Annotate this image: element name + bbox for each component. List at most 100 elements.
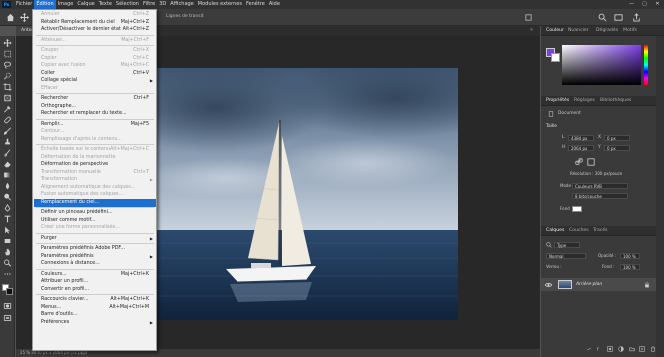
menu-item[interactable]: Effacer [34, 85, 156, 93]
menu-separator [36, 45, 154, 46]
group-icon[interactable] [628, 346, 635, 352]
minimize-button[interactable]: — [625, 0, 638, 9]
menu-9[interactable]: Modules externes [196, 0, 244, 9]
dodge-tool-icon[interactable] [3, 193, 12, 201]
sailboat-photo[interactable] [156, 68, 458, 320]
layer-kind-filter[interactable]: Type [554, 242, 580, 248]
move-tool-icon[interactable] [3, 39, 12, 47]
background-color-box[interactable] [551, 53, 560, 62]
menu-11[interactable]: Aide [267, 0, 282, 9]
color-mode-select[interactable]: Couleurs RVB [572, 183, 628, 189]
type-tool-icon[interactable] [3, 215, 12, 223]
more-tools-icon[interactable] [3, 270, 12, 278]
menu-3[interactable]: Calque [75, 0, 96, 9]
menu-item[interactable]: Remplacement du ciel... [34, 198, 156, 207]
pen-tool-icon[interactable] [3, 204, 12, 212]
hand-tool-icon[interactable] [3, 248, 12, 256]
x-field[interactable]: 0 px [604, 135, 630, 141]
share-icon[interactable] [632, 13, 641, 22]
menu-5[interactable]: Sélection [114, 0, 141, 9]
history-brush-tool-icon[interactable] [3, 149, 12, 157]
layer-name[interactable]: Arrière-plan [576, 282, 602, 288]
photoshop-logo[interactable]: Ps [2, 1, 11, 8]
size-section-header[interactable]: Taille [546, 124, 557, 130]
tab-nuancier[interactable]: Nuancier [568, 26, 589, 36]
menu-item[interactable]: Rechercher et remplacer du texte... [34, 110, 156, 118]
search-icon[interactable] [598, 13, 607, 22]
tab-proprietes[interactable]: Propriétés [546, 96, 569, 106]
quick-select-tool-icon[interactable] [3, 72, 12, 80]
menu-8[interactable]: Affichage [168, 0, 196, 9]
screen-mode-icon[interactable] [3, 314, 12, 322]
brush-tool-icon[interactable] [3, 127, 12, 135]
height-field[interactable]: 2064 px [568, 145, 594, 151]
tab-bibliotheques[interactable]: Bibliothèques [600, 96, 631, 106]
rectangle-tool-icon[interactable] [3, 237, 12, 245]
menu-0[interactable]: Fichier [14, 0, 34, 9]
menu-item[interactable]: Créer une forme personnalisée... [34, 224, 156, 232]
maximize-button[interactable]: ▢ [638, 0, 651, 9]
crop-tool-icon[interactable] [3, 83, 12, 91]
menu-item[interactable]: Préférences ▶ [34, 319, 156, 327]
color-picker-field[interactable] [562, 45, 641, 85]
3d-mode-icon[interactable] [524, 13, 533, 22]
transform-controls-label[interactable]: Lignes de transit [166, 14, 204, 19]
close-button[interactable]: ✕ [651, 0, 664, 9]
eraser-tool-icon[interactable] [3, 160, 12, 168]
menu-1[interactable]: Édition [34, 0, 56, 9]
blur-tool-icon[interactable] [3, 182, 12, 190]
link-layers-icon[interactable] [586, 346, 592, 352]
tab-overflow-icon[interactable]: » [530, 27, 533, 33]
menu-item[interactable]: Remplissage d'après le contenu... [34, 136, 156, 144]
marquee-tool-icon[interactable] [3, 50, 12, 58]
tab-degrades[interactable]: Dégradés [596, 26, 618, 36]
tab-couleur[interactable]: Couleur [546, 26, 564, 36]
properties-panel-tabs: Propriétés Réglages Bibliothèques [541, 96, 664, 106]
move-tool-icon[interactable] [20, 13, 29, 22]
tab-reglages[interactable]: Réglages [574, 96, 595, 106]
width-field[interactable]: 4384 px [568, 135, 594, 141]
tab-motifs[interactable]: Motifs [623, 26, 637, 36]
path-selection-tool-icon[interactable] [3, 226, 12, 234]
menu-4[interactable]: Texte [97, 0, 114, 9]
eyedropper-tool-icon[interactable] [3, 105, 12, 113]
menu-item[interactable]: Convertir en profil... [34, 286, 156, 294]
menu-6[interactable]: Filtre [141, 0, 157, 9]
visibility-eye-icon[interactable] [545, 282, 552, 288]
tab-couches[interactable]: Couches [569, 226, 589, 236]
mask-icon[interactable] [607, 346, 614, 352]
adjustment-layer-icon[interactable] [618, 346, 624, 352]
mode-label: Mode [560, 183, 571, 188]
background-color-swatch[interactable] [6, 288, 13, 295]
menu-item[interactable]: Activer/Désactiver le dernier état Alt+Ct… [34, 26, 156, 34]
tab-traces[interactable]: Tracés [593, 226, 608, 236]
healing-brush-tool-icon[interactable] [3, 116, 12, 124]
frame-tool-icon[interactable] [3, 94, 12, 102]
fond-color-swatch[interactable] [572, 206, 582, 212]
lasso-tool-icon[interactable] [3, 61, 12, 69]
link-icon[interactable] [575, 158, 583, 166]
menu-7[interactable]: 3D [157, 0, 168, 9]
opacity-field[interactable]: 100 % [620, 253, 640, 259]
bit-depth-select[interactable]: 8 bits/couche [572, 193, 628, 199]
workspace-icon[interactable] [614, 13, 623, 22]
menu-10[interactable]: Fenêtre [244, 0, 267, 9]
canvas-size-icon[interactable] [587, 158, 595, 166]
new-layer-icon[interactable] [639, 346, 645, 352]
menu-2[interactable]: Image [56, 0, 76, 9]
home-icon[interactable] [6, 13, 15, 22]
tab-calques[interactable]: Calques [546, 226, 564, 236]
hue-slider[interactable] [644, 45, 648, 85]
gradient-tool-icon[interactable] [3, 171, 12, 179]
blend-mode-select[interactable]: Normal [546, 253, 586, 259]
fill-field[interactable]: 100 % [620, 264, 640, 270]
fx-icon[interactable]: f [597, 346, 603, 352]
menu-item[interactable]: Purger ▶ [34, 235, 156, 243]
clone-stamp-tool-icon[interactable] [3, 138, 12, 146]
zoom-tool-icon[interactable] [3, 259, 12, 267]
y-field[interactable]: 0 px [604, 145, 630, 151]
quick-mask-icon[interactable] [3, 302, 12, 310]
menu-item-label: Remplacement du ciel... [41, 199, 100, 205]
menu-item[interactable]: Connexions à distance... [34, 260, 156, 268]
menu-item[interactable]: Atténuer... Maj+Ctrl+F [34, 37, 156, 45]
